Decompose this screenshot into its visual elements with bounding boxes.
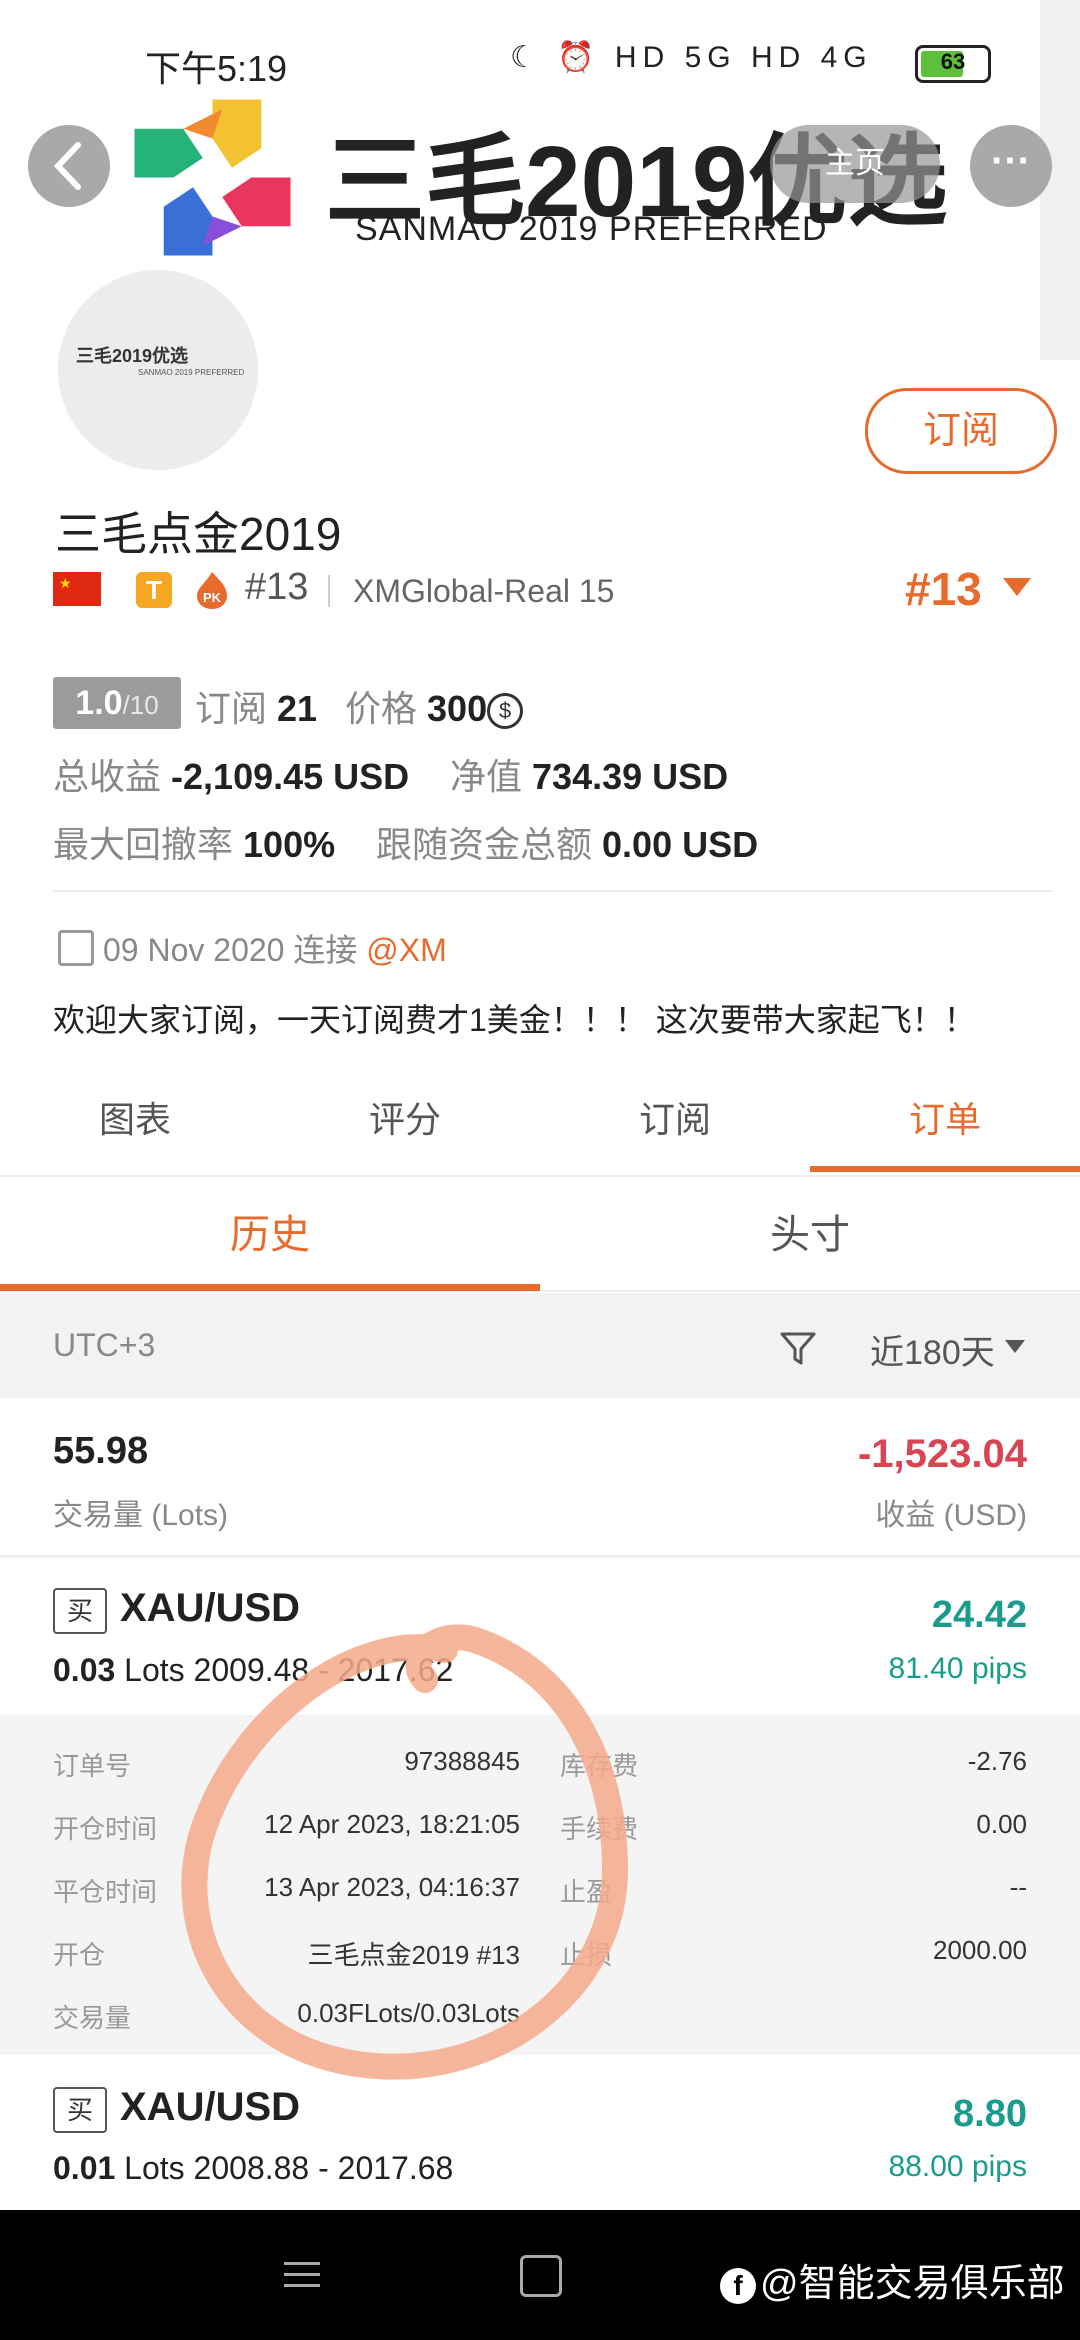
detail-value: -2.76 bbox=[967, 1746, 1027, 1776]
price-stat: 价格 300 $ bbox=[345, 680, 524, 732]
brand-logo-icon bbox=[134, 99, 291, 256]
broker-link[interactable]: @XM bbox=[366, 932, 446, 968]
total-profit-stat: 总收益 -2,109.45 USD bbox=[53, 756, 410, 797]
follow-funds-stat: 跟随资金总额 0.00 USD bbox=[376, 824, 759, 865]
china-flag-icon: ★ bbox=[53, 572, 101, 606]
equity-stat: 净值 734.39 USD bbox=[450, 756, 729, 797]
buy-badge: 买 bbox=[53, 2087, 107, 2133]
divider bbox=[0, 1555, 1080, 1558]
more-options-button[interactable]: ··· bbox=[970, 125, 1052, 207]
annotation-circle bbox=[181, 1624, 629, 2080]
back-button[interactable] bbox=[28, 125, 110, 207]
subscribe-button[interactable]: 订阅 bbox=[865, 388, 1057, 474]
order-symbol[interactable]: XAU/USD bbox=[120, 2085, 300, 2130]
subtab-positions[interactable]: 头寸 bbox=[540, 1180, 1080, 1290]
order-pips: 88.00 pips bbox=[888, 2150, 1027, 2183]
caret-down-icon[interactable] bbox=[1003, 578, 1031, 596]
order-lots-prices: 0.01 Lots 2008.88 - 2017.68 bbox=[53, 2150, 454, 2186]
avatar: 三毛2019优选 SANMAO 2019 PREFERRED bbox=[58, 270, 258, 470]
home-button[interactable]: 主页 bbox=[770, 125, 940, 203]
tab-subscribe[interactable]: 订阅 bbox=[540, 1085, 810, 1155]
sub-tabs: 历史 头寸 bbox=[0, 1180, 1080, 1292]
menu-icon[interactable] bbox=[282, 2258, 322, 2292]
detail-label: 订单号 bbox=[53, 1751, 132, 1781]
divider bbox=[53, 890, 1053, 892]
subscribers-stat: 订阅 21 bbox=[195, 688, 318, 729]
filter-icon[interactable] bbox=[778, 1328, 818, 1368]
connected-date: 09 Nov 2020 连接 @XM bbox=[103, 932, 447, 968]
active-subtab-indicator bbox=[0, 1284, 540, 1291]
order-pips: 81.40 pips bbox=[888, 1652, 1027, 1685]
rank-small: #13 bbox=[245, 566, 309, 608]
divider bbox=[328, 575, 330, 607]
detail-value: -- bbox=[1009, 1872, 1027, 1902]
summary-profit-label: 收益 (USD) bbox=[875, 1499, 1027, 1532]
strategy-name: 三毛点金2019 bbox=[55, 508, 342, 560]
buy-badge: 买 bbox=[53, 1588, 107, 1634]
avatar-logo-text: 三毛2019优选 bbox=[76, 346, 189, 366]
active-tab-indicator bbox=[810, 1166, 1080, 1172]
order-profit: 8.80 bbox=[953, 2093, 1027, 2135]
range-dropdown[interactable]: 近180天 bbox=[870, 1325, 995, 1374]
tab-chart[interactable]: 图表 bbox=[0, 1085, 270, 1155]
summary-lots-label: 交易量 (Lots) bbox=[53, 1499, 229, 1532]
detail-label: 平仓时间 bbox=[53, 1877, 158, 1907]
timezone-label: UTC+3 bbox=[53, 1327, 156, 1363]
home-nav-icon[interactable] bbox=[520, 2255, 562, 2297]
tab-orders[interactable]: 订单 bbox=[810, 1085, 1080, 1155]
facebook-icon: f bbox=[720, 2267, 756, 2304]
chevron-left-icon bbox=[53, 142, 81, 190]
max-drawdown-stat: 最大回撤率 100% bbox=[53, 824, 336, 865]
tier-badge: T bbox=[136, 572, 172, 608]
caret-down-icon[interactable] bbox=[1005, 1340, 1025, 1353]
avatar-logo-subtext: SANMAO 2019 PREFERRED bbox=[138, 368, 245, 377]
calendar-icon bbox=[58, 930, 94, 966]
battery-icon: 63 bbox=[915, 45, 991, 83]
coin-icon: $ bbox=[487, 693, 524, 730]
score-badge: 1.0/10 bbox=[53, 677, 181, 729]
summary-lots: 55.98 bbox=[53, 1430, 149, 1472]
main-tabs: 图表 评分 订阅 订单 bbox=[0, 1085, 1080, 1177]
server-name: XMGlobal-Real 15 bbox=[353, 573, 615, 609]
detail-label: 开仓 bbox=[53, 1940, 106, 1970]
detail-label: 交易量 bbox=[53, 2003, 132, 2033]
summary-profit: -1,523.04 bbox=[857, 1432, 1027, 1476]
tab-rating[interactable]: 评分 bbox=[270, 1085, 540, 1155]
detail-value: 2000.00 bbox=[933, 1935, 1027, 1965]
detail-label: 开仓时间 bbox=[53, 1814, 158, 1844]
subtab-history[interactable]: 历史 bbox=[0, 1180, 540, 1290]
status-icons: ☾ ⏰ HD 5G HD 4G bbox=[510, 41, 873, 74]
order-profit: 24.42 bbox=[931, 1594, 1027, 1636]
watermark: f @智能交易俱乐部 bbox=[720, 2252, 1065, 2307]
pk-flame-icon: PK bbox=[197, 572, 227, 609]
welcome-message: 欢迎大家订阅，一天订阅费才1美金！！！ 这次要带大家起飞！！ bbox=[53, 1002, 976, 1038]
detail-value: 0.00 bbox=[976, 1809, 1027, 1839]
rank-dropdown[interactable]: #13 bbox=[905, 562, 982, 616]
svg-text:PK: PK bbox=[203, 590, 222, 605]
brand-logo-subtitle: SANMAO 2019 PREFERRED bbox=[355, 210, 828, 248]
